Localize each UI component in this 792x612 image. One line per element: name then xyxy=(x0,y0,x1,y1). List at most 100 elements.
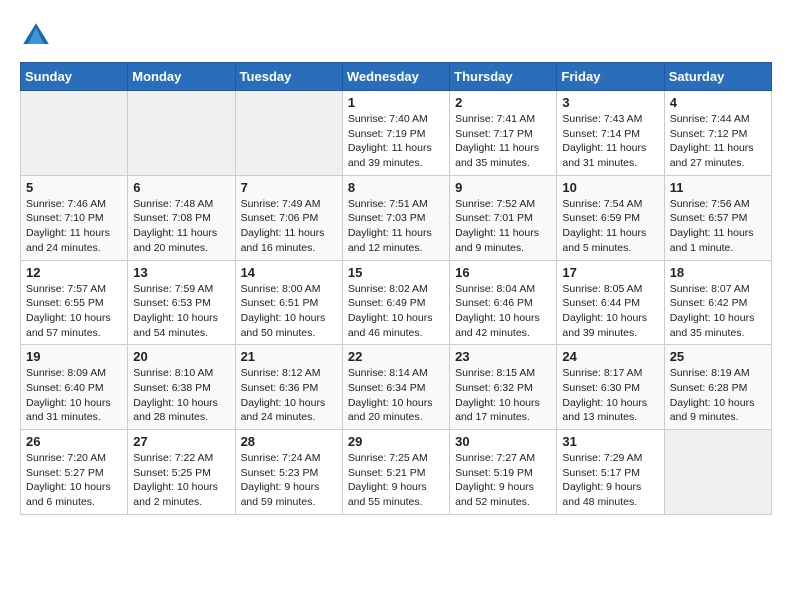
day-number: 21 xyxy=(241,349,337,364)
calendar-cell: 24 Sunrise: 8:17 AMSunset: 6:30 PMDayligh… xyxy=(557,345,664,430)
day-number: 3 xyxy=(562,95,658,110)
calendar-cell: 22 Sunrise: 8:14 AMSunset: 6:34 PMDayligh… xyxy=(342,345,449,430)
cell-content: Sunrise: 7:48 AMSunset: 7:08 PMDaylight:… xyxy=(133,197,229,256)
calendar-cell: 30 Sunrise: 7:27 AMSunset: 5:19 PMDayligh… xyxy=(450,430,557,515)
calendar-cell: 18 Sunrise: 8:07 AMSunset: 6:42 PMDayligh… xyxy=(664,260,771,345)
day-number: 15 xyxy=(348,265,444,280)
cell-content: Sunrise: 8:15 AMSunset: 6:32 PMDaylight:… xyxy=(455,366,551,425)
cell-content: Sunrise: 7:29 AMSunset: 5:17 PMDaylight:… xyxy=(562,451,658,510)
day-number: 31 xyxy=(562,434,658,449)
day-number: 14 xyxy=(241,265,337,280)
calendar-cell: 6Sunrise: 7:48 AMSunset: 7:08 PMDaylight… xyxy=(128,175,235,260)
logo xyxy=(20,20,58,52)
calendar-cell: 4Sunrise: 7:44 AMSunset: 7:12 PMDaylight… xyxy=(664,91,771,176)
calendar-cell: 29 Sunrise: 7:25 AMSunset: 5:21 PMDayligh… xyxy=(342,430,449,515)
week-row-3: 12 Sunrise: 7:57 AMSunset: 6:55 PMDayligh… xyxy=(21,260,772,345)
calendar-cell: 13Sunrise: 7:59 AMSunset: 6:53 PMDayligh… xyxy=(128,260,235,345)
calendar-cell: 17Sunrise: 8:05 AMSunset: 6:44 PMDayligh… xyxy=(557,260,664,345)
day-number: 24 xyxy=(562,349,658,364)
calendar-cell xyxy=(128,91,235,176)
day-number: 20 xyxy=(133,349,229,364)
day-number: 8 xyxy=(348,180,444,195)
day-number: 9 xyxy=(455,180,551,195)
cell-content: Sunrise: 7:40 AMSunset: 7:19 PMDaylight:… xyxy=(348,112,444,171)
weekday-header-monday: Monday xyxy=(128,63,235,91)
day-number: 5 xyxy=(26,180,122,195)
cell-content: Sunrise: 7:52 AMSunset: 7:01 PMDaylight:… xyxy=(455,197,551,256)
cell-content: Sunrise: 8:17 AMSunset: 6:30 PMDaylight:… xyxy=(562,366,658,425)
day-number: 29 xyxy=(348,434,444,449)
day-number: 10 xyxy=(562,180,658,195)
cell-content: Sunrise: 8:00 AMSunset: 6:51 PMDaylight:… xyxy=(241,282,337,341)
calendar-cell: 21 Sunrise: 8:12 AMSunset: 6:36 PMDayligh… xyxy=(235,345,342,430)
calendar-cell: 15 Sunrise: 8:02 AMSunset: 6:49 PMDayligh… xyxy=(342,260,449,345)
calendar-cell: 3 Sunrise: 7:43 AMSunset: 7:14 PMDaylight… xyxy=(557,91,664,176)
cell-content: Sunrise: 7:24 AMSunset: 5:23 PMDaylight:… xyxy=(241,451,337,510)
cell-content: Sunrise: 7:25 AMSunset: 5:21 PMDaylight:… xyxy=(348,451,444,510)
day-number: 16 xyxy=(455,265,551,280)
day-number: 18 xyxy=(670,265,766,280)
day-number: 12 xyxy=(26,265,122,280)
day-number: 23 xyxy=(455,349,551,364)
calendar-cell xyxy=(21,91,128,176)
calendar-cell: 1 Sunrise: 7:40 AMSunset: 7:19 PMDaylight… xyxy=(342,91,449,176)
week-row-5: 26 Sunrise: 7:20 AMSunset: 5:27 PMDayligh… xyxy=(21,430,772,515)
day-number: 28 xyxy=(241,434,337,449)
calendar-cell: 27Sunrise: 7:22 AMSunset: 5:25 PMDayligh… xyxy=(128,430,235,515)
day-number: 25 xyxy=(670,349,766,364)
day-number: 17 xyxy=(562,265,658,280)
weekday-header-row: SundayMondayTuesdayWednesdayThursdayFrid… xyxy=(21,63,772,91)
calendar-cell: 9 Sunrise: 7:52 AMSunset: 7:01 PMDaylight… xyxy=(450,175,557,260)
day-number: 11 xyxy=(670,180,766,195)
week-row-4: 19 Sunrise: 8:09 AMSunset: 6:40 PMDayligh… xyxy=(21,345,772,430)
cell-content: Sunrise: 7:44 AMSunset: 7:12 PMDaylight:… xyxy=(670,112,766,171)
day-number: 1 xyxy=(348,95,444,110)
cell-content: Sunrise: 7:51 AMSunset: 7:03 PMDaylight:… xyxy=(348,197,444,256)
day-number: 7 xyxy=(241,180,337,195)
cell-content: Sunrise: 7:43 AMSunset: 7:14 PMDaylight:… xyxy=(562,112,658,171)
day-number: 30 xyxy=(455,434,551,449)
weekday-header-saturday: Saturday xyxy=(664,63,771,91)
calendar-cell: 10 Sunrise: 7:54 AMSunset: 6:59 PMDayligh… xyxy=(557,175,664,260)
day-number: 22 xyxy=(348,349,444,364)
cell-content: Sunrise: 8:14 AMSunset: 6:34 PMDaylight:… xyxy=(348,366,444,425)
weekday-header-tuesday: Tuesday xyxy=(235,63,342,91)
cell-content: Sunrise: 8:07 AMSunset: 6:42 PMDaylight:… xyxy=(670,282,766,341)
cell-content: Sunrise: 8:10 AMSunset: 6:38 PMDaylight:… xyxy=(133,366,229,425)
day-number: 19 xyxy=(26,349,122,364)
calendar-cell: 19 Sunrise: 8:09 AMSunset: 6:40 PMDayligh… xyxy=(21,345,128,430)
week-row-1: 1 Sunrise: 7:40 AMSunset: 7:19 PMDaylight… xyxy=(21,91,772,176)
calendar-cell: 5 Sunrise: 7:46 AMSunset: 7:10 PMDaylight… xyxy=(21,175,128,260)
page-header xyxy=(20,20,772,52)
weekday-header-wednesday: Wednesday xyxy=(342,63,449,91)
calendar-cell xyxy=(664,430,771,515)
cell-content: Sunrise: 8:02 AMSunset: 6:49 PMDaylight:… xyxy=(348,282,444,341)
cell-content: Sunrise: 7:20 AMSunset: 5:27 PMDaylight:… xyxy=(26,451,122,510)
weekday-header-friday: Friday xyxy=(557,63,664,91)
calendar-cell: 23 Sunrise: 8:15 AMSunset: 6:32 PMDayligh… xyxy=(450,345,557,430)
calendar-cell: 2 Sunrise: 7:41 AMSunset: 7:17 PMDaylight… xyxy=(450,91,557,176)
calendar-cell: 12 Sunrise: 7:57 AMSunset: 6:55 PMDayligh… xyxy=(21,260,128,345)
day-number: 13 xyxy=(133,265,229,280)
cell-content: Sunrise: 7:27 AMSunset: 5:19 PMDaylight:… xyxy=(455,451,551,510)
calendar-cell: 8 Sunrise: 7:51 AMSunset: 7:03 PMDaylight… xyxy=(342,175,449,260)
cell-content: Sunrise: 8:04 AMSunset: 6:46 PMDaylight:… xyxy=(455,282,551,341)
weekday-header-sunday: Sunday xyxy=(21,63,128,91)
calendar-table: SundayMondayTuesdayWednesdayThursdayFrid… xyxy=(20,62,772,515)
calendar-cell: 28 Sunrise: 7:24 AMSunset: 5:23 PMDayligh… xyxy=(235,430,342,515)
cell-content: Sunrise: 7:22 AMSunset: 5:25 PMDaylight:… xyxy=(133,451,229,510)
calendar-cell: 7 Sunrise: 7:49 AMSunset: 7:06 PMDaylight… xyxy=(235,175,342,260)
cell-content: Sunrise: 8:09 AMSunset: 6:40 PMDaylight:… xyxy=(26,366,122,425)
cell-content: Sunrise: 7:56 AMSunset: 6:57 PMDaylight:… xyxy=(670,197,766,256)
calendar-cell xyxy=(235,91,342,176)
calendar-cell: 31 Sunrise: 7:29 AMSunset: 5:17 PMDayligh… xyxy=(557,430,664,515)
cell-content: Sunrise: 7:57 AMSunset: 6:55 PMDaylight:… xyxy=(26,282,122,341)
calendar-cell: 26 Sunrise: 7:20 AMSunset: 5:27 PMDayligh… xyxy=(21,430,128,515)
cell-content: Sunrise: 7:49 AMSunset: 7:06 PMDaylight:… xyxy=(241,197,337,256)
cell-content: Sunrise: 8:12 AMSunset: 6:36 PMDaylight:… xyxy=(241,366,337,425)
day-number: 2 xyxy=(455,95,551,110)
cell-content: Sunrise: 7:54 AMSunset: 6:59 PMDaylight:… xyxy=(562,197,658,256)
cell-content: Sunrise: 7:46 AMSunset: 7:10 PMDaylight:… xyxy=(26,197,122,256)
day-number: 26 xyxy=(26,434,122,449)
cell-content: Sunrise: 7:41 AMSunset: 7:17 PMDaylight:… xyxy=(455,112,551,171)
